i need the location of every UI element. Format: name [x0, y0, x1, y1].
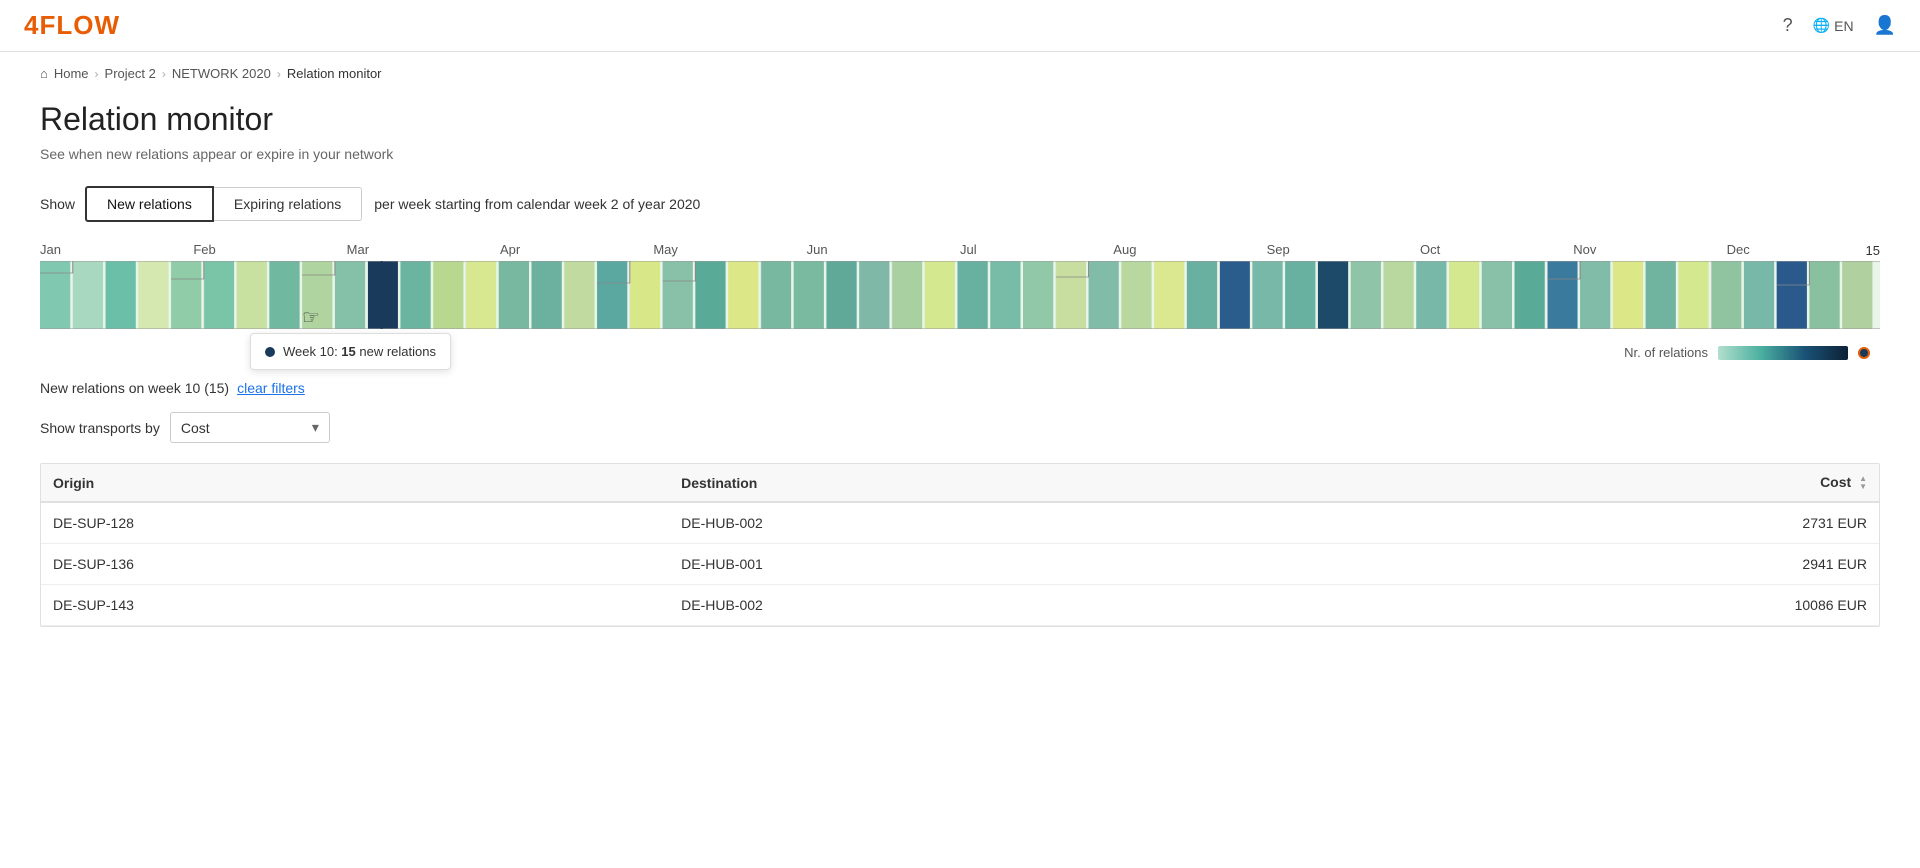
top-nav: 4FLOW ? 🌐 EN 👤 [0, 0, 1920, 52]
breadcrumb-project[interactable]: Project 2 [105, 66, 156, 81]
heatmap[interactable]: 15 [40, 261, 1880, 329]
month-jun: Jun [807, 242, 960, 257]
tab-expiring-relations[interactable]: Expiring relations [214, 187, 362, 221]
sort-icons[interactable]: ▲ ▼ [1859, 475, 1867, 491]
help-icon[interactable]: ? [1783, 15, 1793, 36]
nav-icons: ? 🌐 EN 👤 [1783, 15, 1896, 36]
tab-new-relations[interactable]: New relations [85, 186, 214, 222]
heatmap-max: 15 [1866, 243, 1880, 258]
cell-cost: 2731 EUR [1302, 502, 1879, 544]
table-header-row: Origin Destination Cost ▲ ▼ [41, 464, 1879, 502]
month-feb: Feb [193, 242, 346, 257]
table-row[interactable]: DE-SUP-136 DE-HUB-001 2941 EUR [41, 544, 1879, 585]
main-content: Relation monitor See when new relations … [0, 81, 1920, 647]
clear-filters-button[interactable]: clear filters [237, 380, 305, 396]
show-row: Show New relations Expiring relations pe… [40, 186, 1880, 222]
cell-origin: DE-SUP-128 [41, 502, 669, 544]
breadcrumb-current: Relation monitor [287, 66, 382, 81]
cell-origin: DE-SUP-143 [41, 585, 669, 626]
col-destination: Destination [669, 464, 1302, 502]
page-title: Relation monitor [40, 101, 1880, 138]
lang-label: EN [1834, 18, 1853, 34]
transport-label: Show transports by [40, 420, 160, 436]
home-icon: ⌂ [40, 66, 48, 81]
month-oct: Oct [1420, 242, 1573, 257]
breadcrumb-sep-1: › [95, 67, 99, 81]
globe-icon: 🌐 [1813, 17, 1830, 34]
month-sep: Sep [1267, 242, 1420, 257]
breadcrumb-sep-3: › [277, 67, 281, 81]
table-body: DE-SUP-128 DE-HUB-002 2731 EUR DE-SUP-13… [41, 502, 1879, 626]
legend-gradient [1718, 346, 1848, 360]
transport-row: Show transports by Cost ▾ [40, 412, 1880, 443]
breadcrumb-network[interactable]: NETWORK 2020 [172, 66, 271, 81]
cell-destination: DE-HUB-002 [669, 502, 1302, 544]
month-aug: Aug [1113, 242, 1266, 257]
legend-label: Nr. of relations [1624, 345, 1708, 360]
chart-container: Jan Feb Mar Apr May Jun Jul Aug Sep Oct … [40, 242, 1880, 329]
month-mar: Mar [347, 242, 500, 257]
legend-selected-dot [1858, 347, 1870, 359]
show-label: Show [40, 196, 75, 212]
breadcrumb: ⌂ Home › Project 2 › NETWORK 2020 › Rela… [0, 52, 1920, 81]
table-scroll[interactable]: Origin Destination Cost ▲ ▼ [40, 463, 1880, 627]
breadcrumb-home[interactable]: Home [54, 66, 89, 81]
language-selector[interactable]: 🌐 EN [1813, 17, 1854, 34]
transport-select[interactable]: Cost ▾ [170, 412, 330, 443]
table-header: Origin Destination Cost ▲ ▼ [41, 464, 1879, 502]
tooltip-text: Week 10: 15 new relations [283, 344, 436, 359]
month-nov: Nov [1573, 242, 1726, 257]
breadcrumb-sep-2: › [162, 67, 166, 81]
tooltip: Week 10: 15 new relations [250, 333, 451, 370]
month-jul: Jul [960, 242, 1113, 257]
cell-origin: DE-SUP-136 [41, 544, 669, 585]
table-row[interactable]: DE-SUP-128 DE-HUB-002 2731 EUR [41, 502, 1879, 544]
month-dec: Dec [1727, 242, 1880, 257]
user-icon[interactable]: 👤 [1874, 15, 1896, 36]
table-row[interactable]: DE-SUP-143 DE-HUB-002 10086 EUR [41, 585, 1879, 626]
filter-text: New relations on week 10 (15) [40, 380, 229, 396]
month-may: May [653, 242, 806, 257]
logo: 4FLOW [24, 10, 120, 41]
month-labels: Jan Feb Mar Apr May Jun Jul Aug Sep Oct … [40, 242, 1880, 257]
transport-selected-value: Cost [181, 420, 210, 436]
month-jan: Jan [40, 242, 193, 257]
cell-destination: DE-HUB-002 [669, 585, 1302, 626]
cell-cost: 10086 EUR [1302, 585, 1879, 626]
relations-table: Origin Destination Cost ▲ ▼ [41, 464, 1879, 626]
heatmap-svg[interactable] [40, 261, 1880, 329]
cell-cost: 2941 EUR [1302, 544, 1879, 585]
page-subtitle: See when new relations appear or expire … [40, 146, 1880, 162]
month-apr: Apr [500, 242, 653, 257]
col-origin: Origin [41, 464, 669, 502]
show-suffix: per week starting from calendar week 2 o… [374, 196, 700, 212]
dropdown-arrow-icon: ▾ [312, 419, 319, 436]
filter-row: New relations on week 10 (15) clear filt… [40, 380, 1880, 396]
col-cost[interactable]: Cost ▲ ▼ [1302, 464, 1879, 502]
sort-desc-icon: ▼ [1859, 483, 1867, 491]
cell-destination: DE-HUB-001 [669, 544, 1302, 585]
tooltip-dot [265, 347, 275, 357]
